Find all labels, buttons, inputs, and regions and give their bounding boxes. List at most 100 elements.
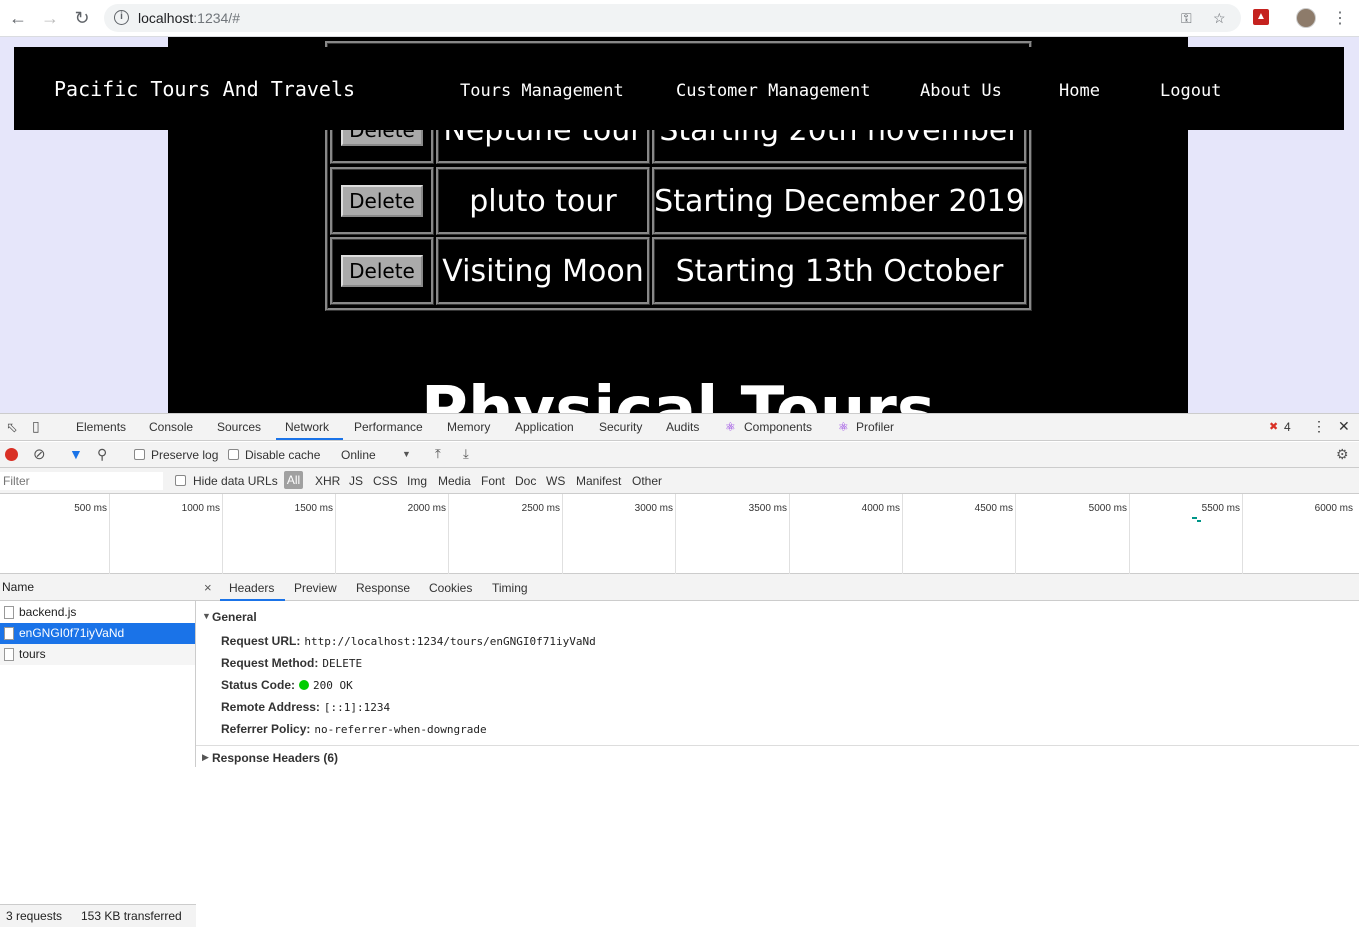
close-devtools-icon[interactable]: ✕ bbox=[1338, 418, 1350, 435]
tab-elements[interactable]: Elements bbox=[76, 420, 126, 434]
type-filter-xhr[interactable]: XHR bbox=[315, 474, 340, 488]
table-row: Delete Visiting Moon Starting 13th Octob… bbox=[328, 237, 1029, 305]
tab-profiler[interactable]: Profiler bbox=[856, 420, 894, 434]
tab-performance[interactable]: Performance bbox=[354, 420, 423, 434]
delete-button[interactable]: Delete bbox=[341, 255, 423, 287]
tab-memory[interactable]: Memory bbox=[447, 420, 490, 434]
brand-title[interactable]: Pacific Tours And Travels bbox=[54, 77, 355, 101]
preserve-log-checkbox[interactable] bbox=[134, 449, 145, 460]
chevron-down-icon[interactable]: ▼ bbox=[202, 611, 211, 621]
browser-menu-icon[interactable]: ⋮ bbox=[1332, 8, 1348, 28]
nav-logout[interactable]: Logout bbox=[1160, 81, 1221, 101]
clear-icon[interactable]: ⊘ bbox=[33, 445, 46, 463]
nav-customer-management[interactable]: Customer Management bbox=[676, 81, 870, 101]
export-icon[interactable]: ⤓ bbox=[463, 446, 469, 462]
tab-response[interactable]: Response bbox=[356, 581, 410, 595]
throttle-select[interactable]: Online bbox=[341, 448, 376, 462]
response-headers-divider bbox=[196, 745, 1359, 767]
reload-icon[interactable]: ↻ bbox=[72, 8, 92, 28]
extension-icon[interactable]: ▲ bbox=[1253, 9, 1269, 25]
tab-security[interactable]: Security bbox=[599, 420, 642, 434]
hide-data-urls-checkbox[interactable] bbox=[175, 475, 186, 486]
filter-input[interactable] bbox=[0, 472, 163, 490]
tab-cookies[interactable]: Cookies bbox=[429, 581, 472, 595]
tab-audits[interactable]: Audits bbox=[666, 420, 699, 434]
grid-line bbox=[1242, 494, 1243, 574]
grid-line bbox=[1015, 494, 1016, 574]
type-filter-css[interactable]: CSS bbox=[373, 474, 398, 488]
type-filter-all[interactable]: All bbox=[284, 471, 303, 489]
tab-console[interactable]: Console bbox=[149, 420, 193, 434]
type-filter-manifest[interactable]: Manifest bbox=[576, 474, 621, 488]
tab-timing[interactable]: Timing bbox=[492, 581, 528, 595]
active-tab-indicator bbox=[220, 599, 285, 601]
tick-label: 3500 ms bbox=[748, 503, 787, 514]
request-url-row: Request URL: http://localhost:1234/tours/… bbox=[221, 634, 596, 648]
network-filterbar: Hide data URLs All XHR JS CSS Img Media … bbox=[0, 468, 1359, 494]
error-icon[interactable]: ✖ bbox=[1269, 420, 1278, 433]
close-icon[interactable]: × bbox=[204, 580, 212, 595]
request-method-label: Request Method: bbox=[221, 656, 319, 670]
type-filter-media[interactable]: Media bbox=[438, 474, 471, 488]
type-filter-doc[interactable]: Doc bbox=[515, 474, 536, 488]
page-viewport: Delete Neptune tour Starting 20th novemb… bbox=[0, 37, 1359, 413]
tab-sources[interactable]: Sources bbox=[217, 420, 261, 434]
devtools-menu-icon[interactable]: ⋮ bbox=[1312, 418, 1326, 435]
filter-icon[interactable]: ▼ bbox=[69, 446, 83, 462]
referrer-policy-row: Referrer Policy: no-referrer-when-downgra… bbox=[221, 722, 487, 736]
forward-icon[interactable]: → bbox=[40, 8, 60, 28]
type-filter-img[interactable]: Img bbox=[407, 474, 427, 488]
import-icon[interactable]: ⤒ bbox=[435, 446, 441, 462]
search-icon[interactable]: ⚲ bbox=[97, 446, 107, 463]
nav-tours-management[interactable]: Tours Management bbox=[460, 81, 624, 101]
preserve-log-label: Preserve log bbox=[151, 448, 219, 462]
chevron-down-icon[interactable]: ▼ bbox=[402, 449, 411, 459]
disable-cache-checkbox[interactable] bbox=[228, 449, 239, 460]
tab-headers[interactable]: Headers bbox=[229, 581, 274, 595]
address-bar[interactable]: i localhost:1234/# ⚿ ☆ bbox=[104, 4, 1241, 32]
type-filter-ws[interactable]: WS bbox=[546, 474, 565, 488]
nav-about-us[interactable]: About Us bbox=[920, 81, 1002, 101]
network-timeline[interactable]: 500 ms 1000 ms 1500 ms 2000 ms 2500 ms 3… bbox=[0, 494, 1359, 574]
grid-line bbox=[448, 494, 449, 574]
settings-gear-icon[interactable]: ⚙ bbox=[1336, 446, 1349, 463]
request-row[interactable]: backend.js bbox=[0, 602, 195, 623]
type-filter-font[interactable]: Font bbox=[481, 474, 505, 488]
profile-avatar[interactable] bbox=[1296, 8, 1316, 28]
key-icon[interactable]: ⚿ bbox=[1181, 10, 1192, 27]
tour-date: Starting December 2019 bbox=[652, 167, 1027, 235]
delete-button[interactable]: Delete bbox=[341, 185, 423, 217]
nav-home[interactable]: Home bbox=[1059, 81, 1100, 101]
error-count[interactable]: 4 bbox=[1284, 420, 1291, 434]
device-toggle-icon[interactable]: ▯ bbox=[32, 418, 40, 435]
tab-components[interactable]: Components bbox=[744, 420, 812, 434]
name-column-header[interactable]: Name bbox=[0, 574, 196, 601]
inspect-icon[interactable]: ⬁ bbox=[6, 419, 18, 436]
response-headers-title[interactable]: Response Headers (6) bbox=[212, 751, 338, 765]
timeline-bar bbox=[1197, 520, 1201, 522]
action-cell: Delete bbox=[330, 237, 434, 305]
react-icon: ⚛ bbox=[725, 420, 736, 434]
type-filter-js[interactable]: JS bbox=[349, 474, 363, 488]
request-url-label: Request URL: bbox=[221, 634, 301, 648]
tick-label: 6000 ms bbox=[1314, 503, 1353, 514]
chevron-right-icon[interactable]: ▶ bbox=[202, 752, 209, 763]
tab-network[interactable]: Network bbox=[285, 420, 329, 434]
type-filter-other[interactable]: Other bbox=[632, 474, 662, 488]
back-icon[interactable]: ← bbox=[8, 8, 28, 28]
react-icon: ⚛ bbox=[838, 420, 849, 434]
info-icon[interactable]: i bbox=[114, 10, 129, 25]
status-summary: 3 requests 153 KB transferred bbox=[0, 904, 196, 927]
request-row[interactable]: tours bbox=[0, 644, 195, 665]
tab-application[interactable]: Application bbox=[515, 420, 574, 434]
tab-preview[interactable]: Preview bbox=[294, 581, 337, 595]
record-icon[interactable] bbox=[5, 448, 18, 461]
request-row[interactable]: enGNGI0f71iyVaNd bbox=[0, 623, 195, 644]
request-url-value: http://localhost:1234/tours/enGNGI0f71iy… bbox=[304, 635, 596, 648]
referrer-policy-value: no-referrer-when-downgrade bbox=[314, 723, 487, 736]
url-text[interactable]: localhost:1234/# bbox=[138, 10, 240, 26]
general-section-title[interactable]: General bbox=[212, 610, 257, 624]
star-icon[interactable]: ☆ bbox=[1213, 10, 1226, 27]
transfer-size: 153 KB transferred bbox=[81, 909, 182, 923]
status-code-row: Status Code: 200 OK bbox=[221, 678, 353, 692]
